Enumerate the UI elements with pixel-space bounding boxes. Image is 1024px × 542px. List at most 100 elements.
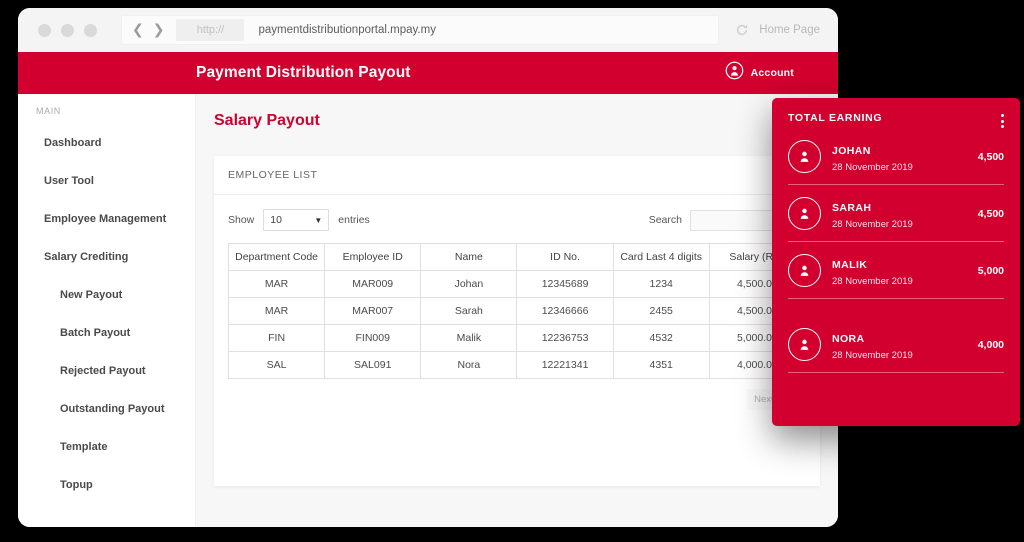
app-body: MAIN Dashboard User Tool Employee Manage… [18, 94, 838, 527]
sidebar-item-employee-management[interactable]: Employee Management [18, 200, 195, 238]
sidebar-section-heading: MAIN [18, 104, 195, 124]
chrome-right-group: Home Page [735, 23, 824, 37]
cell-name: Johan [421, 271, 517, 298]
cell-employee-id: MAR007 [325, 298, 421, 325]
column-employee-id: Employee ID [325, 244, 421, 271]
person-avatar-icon [788, 197, 821, 230]
column-name: Name [421, 244, 517, 271]
earning-list-item[interactable]: JOHAN 28 November 2019 4,500 [788, 128, 1004, 185]
sidebar-item-user-tool[interactable]: User Tool [18, 162, 195, 200]
cell-employee-id: FIN009 [325, 325, 421, 352]
cell-card-last-4: 2455 [613, 298, 709, 325]
sidebar-item-batch-payout[interactable]: Batch Payout [18, 314, 195, 352]
table-row[interactable]: SAL SAL091 Nora 12221341 4351 4,000.00 [229, 352, 806, 379]
earning-name: MALIK [832, 259, 867, 271]
cell-id-no: 12221341 [517, 352, 613, 379]
main-content: Salary Payout EMPLOYEE LIST Show 10 ▼ en… [196, 94, 838, 527]
table-header: Department Code Employee ID Name ID No. … [229, 244, 806, 271]
table-row[interactable]: FIN FIN009 Malik 12236753 4532 5,000.00 [229, 325, 806, 352]
cell-department-code: MAR [229, 271, 325, 298]
cell-card-last-4: 1234 [613, 271, 709, 298]
employee-table: Department Code Employee ID Name ID No. … [228, 243, 806, 379]
table-controls: Show 10 ▼ entries Search [228, 209, 806, 231]
entries-value: 10 [270, 214, 282, 226]
sidebar-item-template[interactable]: Template [18, 428, 195, 466]
total-earning-title: TOTAL EARNING [788, 112, 882, 124]
url-text[interactable]: paymentdistributionportal.mpay.my [258, 24, 435, 36]
browser-chrome: ❮ ❯ http:// paymentdistributionportal.mp… [18, 8, 838, 52]
cell-card-last-4: 4351 [613, 352, 709, 379]
earning-date: 28 November 2019 [832, 276, 978, 287]
cell-id-no: 12346666 [517, 298, 613, 325]
cell-card-last-4: 4532 [613, 325, 709, 352]
search-label: Search [649, 214, 682, 226]
table-row[interactable]: MAR MAR007 Sarah 12346666 2455 4,500.00 [229, 298, 806, 325]
browser-window: ❮ ❯ http:// paymentdistributionportal.mp… [18, 8, 838, 527]
entries-control: Show 10 ▼ entries [228, 209, 370, 231]
account-label: Account [751, 67, 794, 79]
list-spacer [788, 299, 1004, 316]
entries-select[interactable]: 10 ▼ [263, 209, 329, 231]
card-body: Show 10 ▼ entries Search [214, 195, 820, 420]
card-title: EMPLOYEE LIST [214, 156, 820, 195]
url-scheme-placeholder: http:// [176, 19, 244, 41]
chevron-down-icon: ▼ [314, 216, 322, 225]
table-header-row: Department Code Employee ID Name ID No. … [229, 244, 806, 271]
account-person-icon [725, 61, 744, 85]
account-menu[interactable]: Account [725, 61, 794, 85]
earning-info: SARAH 28 November 2019 [832, 198, 978, 230]
app-header: Payment Distribution Payout Account [18, 52, 838, 94]
earning-amount: 5,000 [978, 265, 1004, 277]
close-window-dot[interactable] [38, 24, 51, 37]
person-avatar-icon [788, 254, 821, 287]
earning-info: NORA 28 November 2019 [832, 329, 978, 361]
person-avatar-icon [788, 140, 821, 173]
earning-list-item[interactable]: MALIK 28 November 2019 5,000 [788, 242, 1004, 299]
sidebar-item-new-payout[interactable]: New Payout [18, 276, 195, 314]
back-icon[interactable]: ❮ [132, 23, 144, 37]
earning-date: 28 November 2019 [832, 350, 978, 361]
cell-employee-id: SAL091 [325, 352, 421, 379]
earning-amount: 4,000 [978, 339, 1004, 351]
cell-department-code: SAL [229, 352, 325, 379]
navigation-buttons: ❮ ❯ [132, 23, 164, 37]
employee-list-card: EMPLOYEE LIST Show 10 ▼ entries Sear [214, 156, 820, 486]
earning-list-item[interactable]: NORA 28 November 2019 4,000 [788, 316, 1004, 373]
sidebar-item-dashboard[interactable]: Dashboard [18, 124, 195, 162]
table-body: MAR MAR009 Johan 12345689 1234 4,500.00 … [229, 271, 806, 379]
address-bar[interactable]: ❮ ❯ http:// paymentdistributionportal.mp… [121, 15, 719, 45]
column-department-code: Department Code [229, 244, 325, 271]
earning-amount: 4,500 [978, 151, 1004, 163]
app-title: Payment Distribution Payout [196, 64, 411, 82]
sidebar-item-outstanding-payout[interactable]: Outstanding Payout [18, 390, 195, 428]
sidebar-item-rejected-payout[interactable]: Rejected Payout [18, 352, 195, 390]
earning-info: JOHAN 28 November 2019 [832, 141, 978, 173]
kebab-menu-icon[interactable] [1001, 112, 1004, 128]
earning-name: NORA [832, 333, 865, 345]
forward-icon[interactable]: ❯ [153, 23, 165, 37]
sidebar-item-topup[interactable]: Topup [18, 466, 195, 504]
earning-date: 28 November 2019 [832, 162, 978, 173]
minimize-window-dot[interactable] [61, 24, 74, 37]
cell-id-no: 12236753 [517, 325, 613, 352]
total-earning-panel: TOTAL EARNING JOHAN 28 November 2019 4,5… [772, 98, 1020, 426]
earning-name: SARAH [832, 202, 871, 214]
pagination: Next 1 [228, 389, 806, 410]
table-row[interactable]: MAR MAR009 Johan 12345689 1234 4,500.00 [229, 271, 806, 298]
sidebar-item-salary-crediting[interactable]: Salary Crediting [18, 238, 195, 276]
earning-info: MALIK 28 November 2019 [832, 255, 978, 287]
sidebar: MAIN Dashboard User Tool Employee Manage… [18, 94, 196, 527]
window-control-dots [38, 24, 97, 37]
home-page-label[interactable]: Home Page [759, 24, 820, 36]
earning-date: 28 November 2019 [832, 219, 978, 230]
maximize-window-dot[interactable] [84, 24, 97, 37]
cell-name: Nora [421, 352, 517, 379]
earning-name: JOHAN [832, 145, 871, 157]
cell-employee-id: MAR009 [325, 271, 421, 298]
earning-list-item[interactable]: SARAH 28 November 2019 4,500 [788, 185, 1004, 242]
total-earning-header: TOTAL EARNING [788, 112, 1004, 128]
reload-icon[interactable] [735, 23, 749, 37]
column-id-no: ID No. [517, 244, 613, 271]
page-title: Salary Payout [214, 112, 838, 130]
cell-department-code: MAR [229, 298, 325, 325]
